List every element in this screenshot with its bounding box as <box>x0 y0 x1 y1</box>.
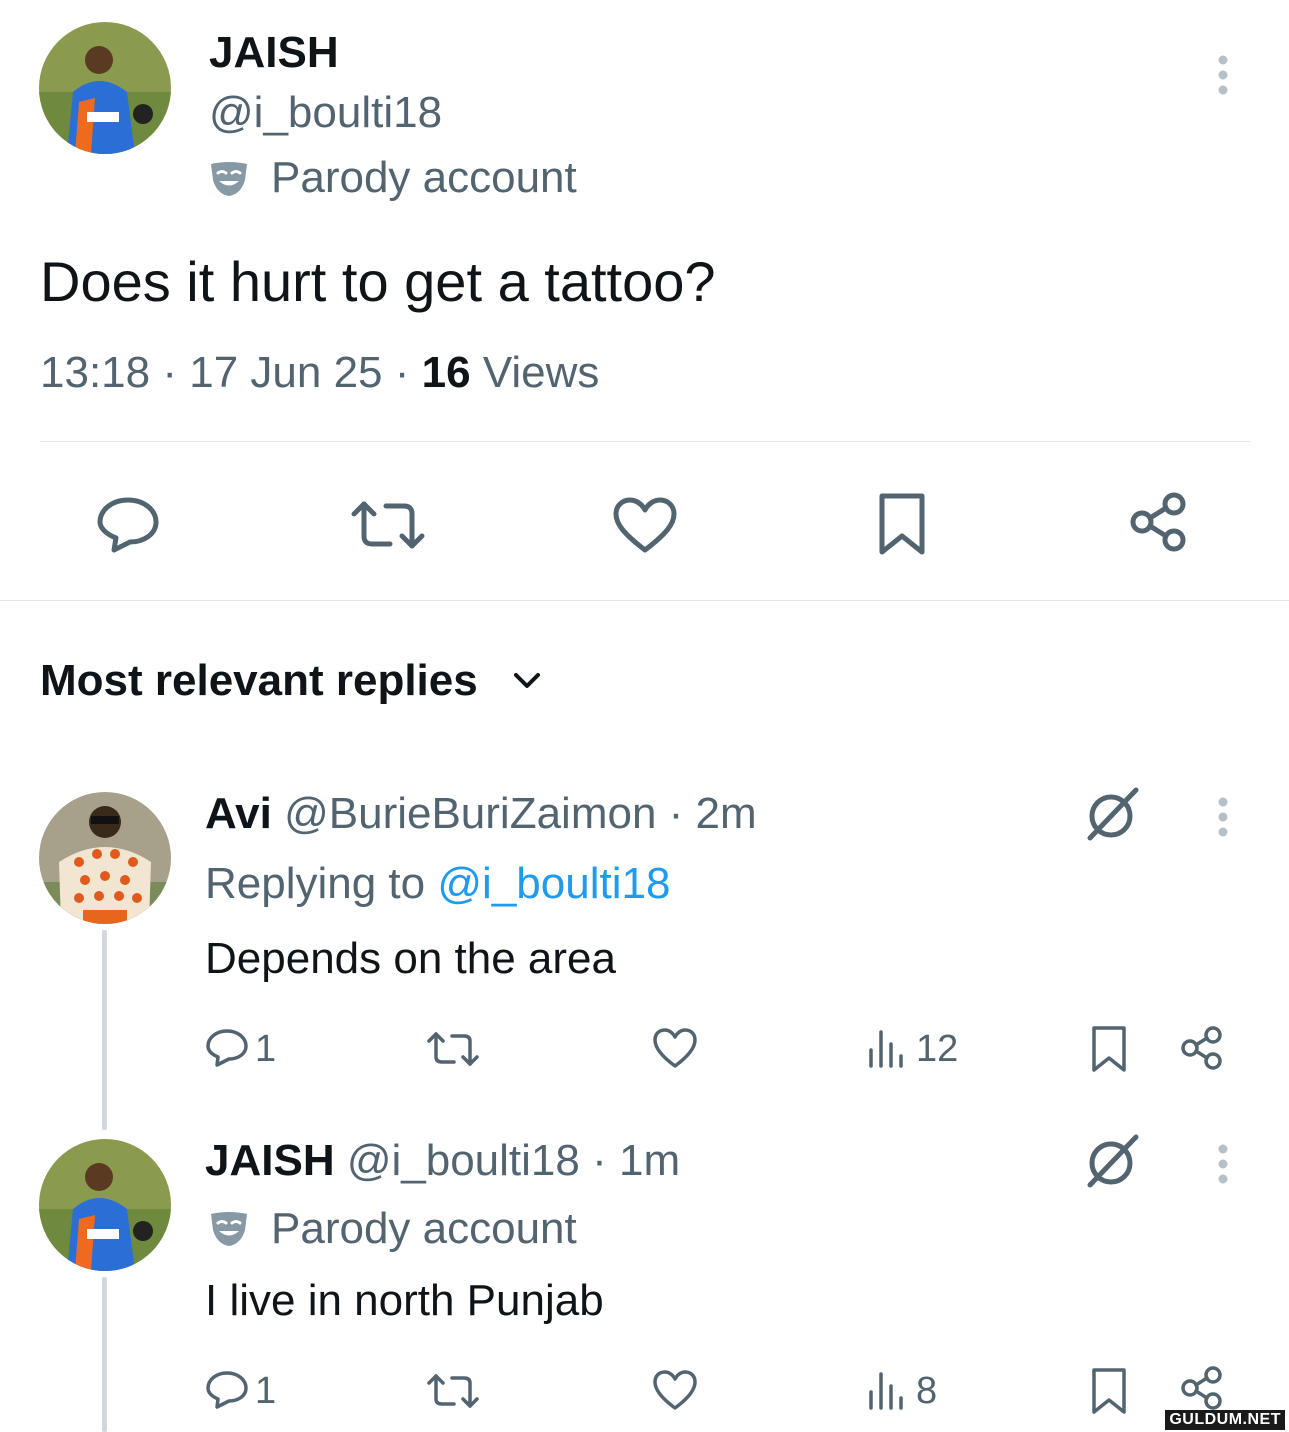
reply-handle[interactable]: @i_boulti18 <box>347 1136 580 1185</box>
like-icon[interactable] <box>652 1027 698 1069</box>
like-icon[interactable] <box>612 496 678 554</box>
reply-views: 12 <box>916 1028 959 1070</box>
post-meta: 13:18 · 17 Jun 25 · 16 Views <box>40 346 599 400</box>
reply-author-line: JAISH @i_boulti18 · 1m <box>205 1134 680 1188</box>
views-icon[interactable] <box>866 1028 906 1068</box>
bookmark-icon[interactable] <box>1089 1367 1129 1415</box>
post-divider <box>40 441 1250 442</box>
reply-age[interactable]: · 1m <box>592 1136 680 1185</box>
reply-count: 1 <box>255 1370 277 1412</box>
post-text: Does it hurt to get a tattoo? <box>40 250 716 313</box>
grok-icon[interactable] <box>1084 1131 1144 1191</box>
parody-label: Parody account <box>271 153 577 202</box>
repost-icon[interactable] <box>426 1030 480 1068</box>
replies-sort-label: Most relevant replies <box>40 656 478 705</box>
bookmark-icon[interactable] <box>876 492 928 556</box>
meta-separator: · <box>394 348 410 397</box>
replying-prefix: Replying to <box>205 859 426 908</box>
post-author-avatar[interactable] <box>39 22 171 154</box>
share-icon[interactable] <box>1180 1365 1226 1411</box>
share-icon[interactable] <box>1180 1025 1226 1071</box>
reply-display-name[interactable]: JAISH <box>205 1136 335 1185</box>
section-divider <box>0 600 1289 601</box>
reply-age[interactable]: · 2m <box>669 789 757 838</box>
bookmark-icon[interactable] <box>1089 1025 1129 1073</box>
replying-to: Replying to @i_boulti18 <box>205 857 670 911</box>
post-handle[interactable]: @i_boulti18 <box>209 86 442 140</box>
reply-handle[interactable]: @BurieBuriZaimon <box>284 789 656 838</box>
like-icon[interactable] <box>652 1369 698 1411</box>
repost-icon[interactable] <box>426 1372 480 1410</box>
parody-mask-icon <box>207 160 251 198</box>
post-display-name[interactable]: JAISH <box>209 26 339 80</box>
parody-mask-icon <box>207 1210 251 1248</box>
thread-line <box>102 930 107 1130</box>
reply-display-name[interactable]: Avi <box>205 789 272 838</box>
chevron-down-icon <box>512 671 542 691</box>
watermark: GULDUM.NET <box>1165 1410 1285 1430</box>
reply-icon[interactable] <box>96 496 160 554</box>
parody-label: Parody account <box>271 1204 577 1253</box>
reply-icon[interactable] <box>205 1370 249 1410</box>
reply-text: Depends on the area <box>205 934 616 983</box>
reply-avatar[interactable] <box>39 1139 171 1271</box>
reply-count: 1 <box>255 1028 277 1070</box>
views-label: Views <box>482 348 600 397</box>
more-vertical-icon[interactable] <box>1210 1143 1236 1187</box>
thread-line <box>102 1277 107 1432</box>
reply-views: 8 <box>916 1370 938 1412</box>
more-vertical-icon[interactable] <box>1210 796 1236 840</box>
replying-handle-link[interactable]: @i_boulti18 <box>437 859 670 908</box>
repost-icon[interactable] <box>350 498 426 552</box>
reply-text: I live in north Punjab <box>205 1276 604 1325</box>
reply-avatar[interactable] <box>39 792 171 924</box>
reply-author-line: Avi @BurieBuriZaimon · 2m <box>205 787 757 841</box>
reply-icon[interactable] <box>205 1028 249 1068</box>
more-vertical-icon[interactable] <box>1210 54 1236 98</box>
post-time[interactable]: 13:18 <box>40 348 150 397</box>
post-date[interactable]: 17 Jun 25 <box>189 348 382 397</box>
replies-sort-header[interactable]: Most relevant replies <box>40 654 542 708</box>
meta-separator: · <box>162 348 177 397</box>
views-icon[interactable] <box>866 1370 906 1410</box>
share-icon[interactable] <box>1128 490 1192 554</box>
views-count: 16 <box>421 348 471 397</box>
grok-icon[interactable] <box>1084 784 1144 844</box>
